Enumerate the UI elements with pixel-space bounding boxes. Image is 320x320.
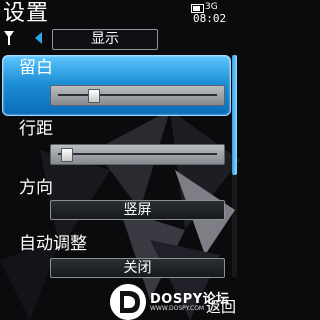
tab-display[interactable]: 显示 xyxy=(52,29,158,50)
setting-label-auto-adjust: 自动调整 xyxy=(19,234,87,254)
left-arrow-icon[interactable] xyxy=(35,32,42,44)
setting-label-margin: 留白 xyxy=(19,58,53,78)
dospy-logo-icon xyxy=(110,284,146,320)
slider-thumb[interactable] xyxy=(61,148,73,162)
line-spacing-slider[interactable] xyxy=(50,144,225,165)
orientation-select[interactable]: 竖屏 xyxy=(50,200,225,220)
watermark-url: WWW.DOSPY.COM xyxy=(150,305,205,312)
page-title: 设置 xyxy=(3,1,50,26)
margin-slider[interactable] xyxy=(50,85,225,106)
tab-row: 显示 xyxy=(0,28,240,50)
back-softkey[interactable]: 返回 xyxy=(206,298,236,316)
auto-adjust-select[interactable]: 关闭 xyxy=(50,258,225,278)
setting-label-line-spacing: 行距 xyxy=(19,119,53,139)
slider-thumb[interactable] xyxy=(88,89,100,103)
network-indicator: 3G xyxy=(205,2,218,12)
antenna-icon xyxy=(4,31,14,45)
clock: 08:02 xyxy=(193,12,227,25)
scrollbar-thumb[interactable] xyxy=(232,55,237,175)
status-bar: 设置 3G 08:02 xyxy=(0,0,240,28)
setting-label-orientation: 方向 xyxy=(19,178,53,198)
scrollbar[interactable] xyxy=(232,55,237,277)
